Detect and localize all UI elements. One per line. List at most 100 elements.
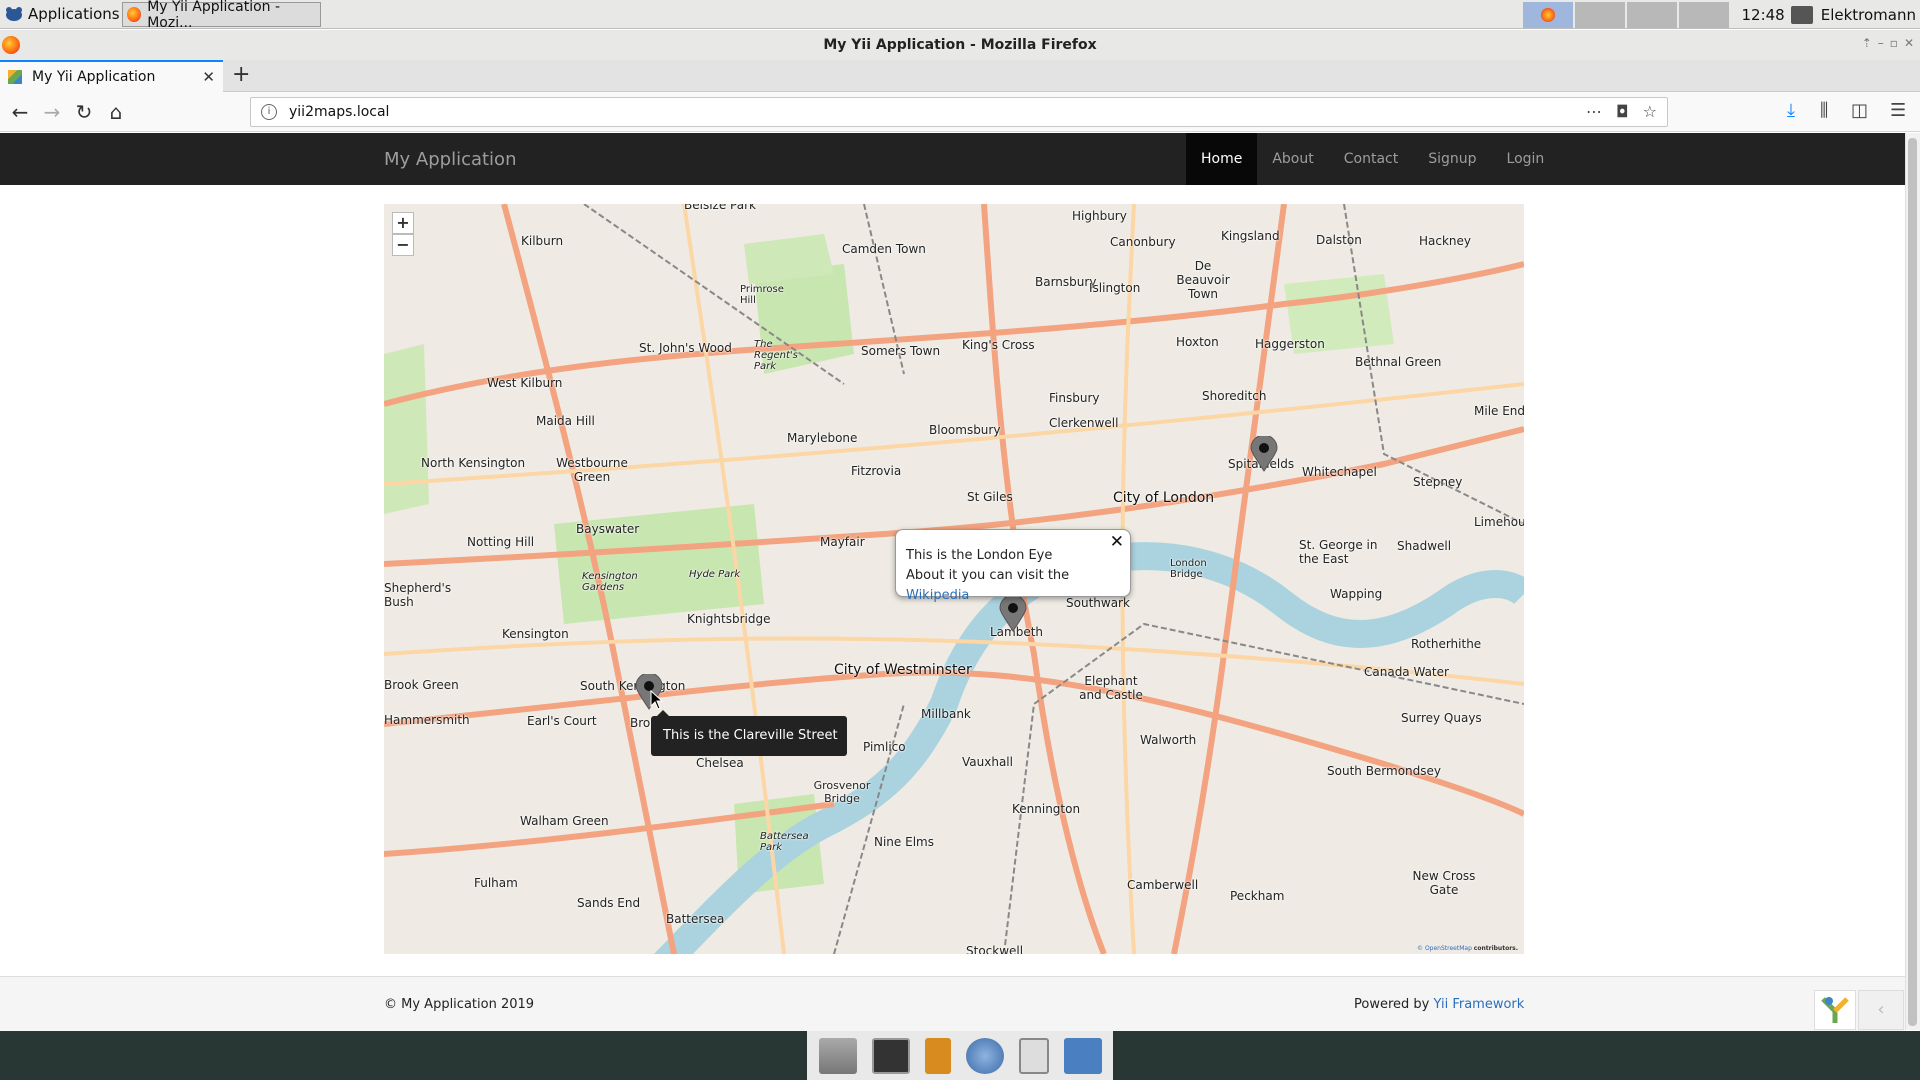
map-label: Clerkenwell	[1049, 416, 1119, 430]
map-label: Belsize Park	[684, 204, 756, 212]
close-icon[interactable]: ✕	[1904, 36, 1914, 50]
map-label: Sands End	[577, 896, 641, 910]
web-browser-icon[interactable]	[965, 1037, 1004, 1074]
applications-menu[interactable]: Applications	[4, 3, 120, 25]
yii-framework-link[interactable]: Yii Framework	[1434, 997, 1525, 1012]
page-actions-icon[interactable]: ⋯	[1586, 102, 1602, 121]
show-desktop-icon[interactable]	[818, 1037, 857, 1074]
site-info-icon[interactable]: i	[261, 104, 277, 120]
menu-contact[interactable]: Contact	[1329, 133, 1413, 185]
reload-icon[interactable]: ↻	[72, 100, 96, 124]
menu-about[interactable]: About	[1257, 133, 1328, 185]
hamburger-menu-icon[interactable]: ☰	[1890, 100, 1906, 121]
site-navbar	[0, 133, 1905, 185]
wikipedia-link[interactable]: Wikipedia	[906, 588, 969, 603]
map-label: Limehouse	[1474, 515, 1524, 529]
map-label: Millbank	[921, 707, 971, 721]
map-label: Peckham	[1230, 889, 1285, 903]
map-label: Camden Town	[842, 242, 926, 256]
map-label: Stepney	[1413, 475, 1463, 489]
map-label: Shepherd's Bush	[384, 581, 452, 609]
map-label: Stockwell	[966, 944, 1024, 954]
map-marker-icon[interactable]	[1249, 436, 1279, 472]
zoom-out-button[interactable]: −	[392, 234, 414, 256]
menu-home[interactable]: Home	[1186, 133, 1258, 185]
map-label: Hoxton	[1176, 335, 1219, 349]
firefox-icon	[127, 7, 142, 22]
site-brand[interactable]: My Application	[384, 149, 516, 170]
map-label: Dalston	[1316, 233, 1362, 247]
map-viewport[interactable]: + − Belsize Park Kilburn Camden Town Hig…	[384, 204, 1524, 954]
taskbar-firefox-button[interactable]: My Yii Application - Mozi...	[122, 0, 321, 31]
map-label: Canada Water	[1364, 665, 1449, 679]
terminal-icon[interactable]	[871, 1037, 910, 1074]
map-label: South Bermondsey	[1327, 764, 1442, 778]
workspace-3[interactable]	[1627, 1, 1678, 28]
menu-login[interactable]: Login	[1492, 133, 1560, 185]
back-icon[interactable]: ←	[8, 100, 32, 124]
map-label: Hackney	[1419, 234, 1472, 248]
maximize-icon[interactable]: ▫	[1890, 36, 1898, 50]
forward-icon[interactable]: →	[40, 100, 64, 124]
close-tab-icon[interactable]: ✕	[202, 68, 215, 86]
map-label: Fulham	[474, 876, 518, 890]
file-cabinet-icon[interactable]	[924, 1037, 951, 1074]
url-bar[interactable]: i yii2maps.local ⋯ ◘ ☆	[250, 97, 1668, 127]
sidebar-icon[interactable]: ◫	[1851, 100, 1868, 121]
url-actions: ⋯ ◘ ☆	[1586, 102, 1657, 121]
folder-icon[interactable]	[1063, 1037, 1102, 1074]
search-icon[interactable]	[1018, 1037, 1049, 1074]
system-tray: 12:48 Elektromann	[1523, 0, 1920, 29]
window-title: My Yii Application - Mozilla Firefox	[823, 37, 1097, 53]
map-label: Hyde Park	[689, 569, 741, 580]
map-label: Walham Green	[520, 814, 609, 828]
map-label: Bethnal Green	[1355, 355, 1442, 369]
osm-link[interactable]: © OpenStreetMap	[1417, 945, 1472, 952]
map-label: Primrose Hill	[740, 284, 784, 306]
map-label: Barnsbury	[1035, 275, 1097, 289]
workspace-2[interactable]	[1575, 1, 1626, 28]
clock[interactable]: 12:48	[1741, 6, 1784, 24]
workspace-1[interactable]	[1523, 1, 1574, 28]
home-icon[interactable]: ⌂	[104, 100, 128, 124]
map-label: Kennington	[1012, 802, 1081, 816]
xfce-mouse-icon	[4, 5, 24, 23]
browser-tab[interactable]: My Yii Application ✕	[0, 60, 223, 92]
url-text[interactable]: yii2maps.local	[289, 104, 389, 120]
map-label: Chelsea	[696, 756, 744, 770]
map-label: Brook Green	[384, 678, 459, 692]
yii-debug-logo-icon[interactable]	[1814, 990, 1856, 1030]
popup-close-icon[interactable]: ✕	[1110, 532, 1124, 552]
window-up-icon[interactable]: ⇡	[1862, 36, 1872, 50]
map-label: Marylebone	[787, 431, 858, 445]
map-label: Grosvenor Bridge	[813, 779, 871, 805]
menu-signup[interactable]: Signup	[1413, 133, 1491, 185]
mouse-cursor-icon	[650, 690, 664, 710]
downloads-icon[interactable]: ⤓	[1787, 100, 1795, 121]
bookmark-star-icon[interactable]: ☆	[1643, 102, 1657, 121]
map-label: De Beauvoir Town	[1176, 259, 1230, 301]
map-label: Kingsland	[1221, 229, 1280, 243]
map-label: Bayswater	[576, 522, 640, 536]
attribution-suffix: contributors.	[1473, 945, 1518, 952]
map-label: St Giles	[967, 490, 1013, 504]
tab-title: My Yii Application	[32, 69, 156, 85]
workspace-4[interactable]	[1679, 1, 1730, 28]
minimize-icon[interactable]: –	[1878, 36, 1884, 50]
new-tab-icon[interactable]: +	[232, 62, 250, 87]
map-label: Mayfair	[820, 535, 865, 549]
site-menu: Home About Contact Signup Login	[1186, 133, 1559, 185]
map-label: Islington	[1089, 281, 1141, 295]
map-label: Rotherhithe	[1411, 637, 1482, 651]
scrollbar-thumb[interactable]	[1908, 138, 1917, 1026]
map-label: Elephant and Castle	[1079, 674, 1143, 702]
map-label: Pimlico	[863, 740, 906, 754]
zoom-in-button[interactable]: +	[392, 212, 414, 234]
debug-toolbar-toggle-icon[interactable]: ‹	[1858, 990, 1904, 1030]
pocket-icon[interactable]: ◘	[1616, 102, 1629, 121]
library-icon[interactable]: ⫼	[1820, 100, 1828, 121]
user-menu[interactable]: Elektromann	[1790, 5, 1916, 24]
applications-label: Applications	[28, 5, 120, 23]
map-label: Earl's Court	[527, 714, 597, 728]
map-label: King's Cross	[962, 338, 1035, 352]
